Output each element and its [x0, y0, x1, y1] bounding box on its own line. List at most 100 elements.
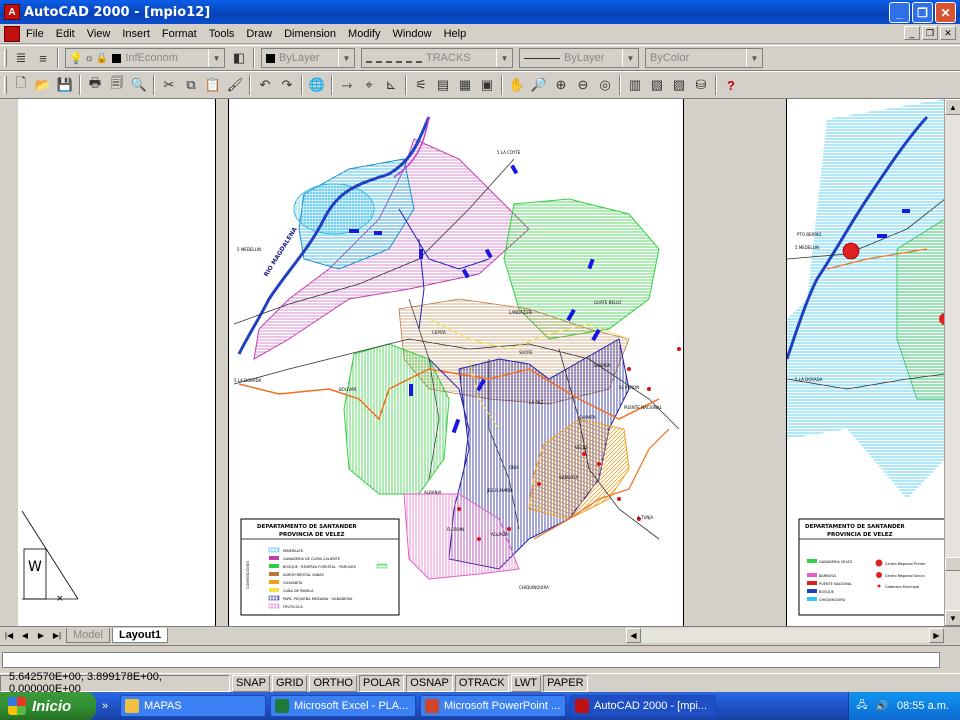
paste-icon[interactable]: 📋 — [202, 74, 224, 96]
find-icon[interactable]: 🔍 — [128, 74, 150, 96]
doc-restore-button[interactable]: ❐ — [922, 26, 938, 40]
match-properties-icon[interactable]: 🖌 — [224, 74, 246, 96]
drawing-area[interactable]: W × RIO MAGDALENA 5 LA COYTE 5 MEDELLIN … — [0, 99, 944, 626]
zoom-extents-icon[interactable]: ◎ — [594, 74, 616, 96]
tab-layout1[interactable]: Layout1 — [111, 628, 169, 643]
right-map-viewport[interactable]: PTO BERRIO 5 MEDELLIN 5 LA DORADA DEPART… — [786, 99, 944, 626]
close-button[interactable]: ✕ — [935, 2, 956, 23]
task-powerpoint[interactable]: Microsoft PowerPoint ... — [420, 695, 566, 717]
maximize-button[interactable]: ❐ — [912, 2, 933, 23]
print-preview-icon[interactable]: 🗐 — [106, 74, 128, 96]
start-button[interactable]: Inicio — [0, 692, 96, 720]
open-folder-icon[interactable]: 📂 — [32, 74, 54, 96]
menu-tools[interactable]: Tools — [203, 28, 241, 40]
scroll-down-icon[interactable]: ▼ — [945, 610, 960, 626]
command-input[interactable] — [2, 652, 940, 668]
layer-previous-icon[interactable]: ≡ — [32, 47, 54, 69]
pan-realtime-icon[interactable]: ✋ — [506, 74, 528, 96]
color-dropdown[interactable]: ByLayer ▼ — [261, 48, 355, 68]
redo-icon[interactable]: ↷ — [276, 74, 298, 96]
menu-file[interactable]: File — [20, 28, 50, 40]
globe-icon[interactable]: 🌐 — [306, 74, 328, 96]
scroll-up-icon[interactable]: ▲ — [945, 99, 960, 115]
make-object-layer-current-icon[interactable]: ◧ — [228, 47, 250, 69]
last-tab-icon[interactable]: ▶| — [50, 629, 64, 643]
vertical-scrollbar[interactable]: ▲ ▼ — [944, 99, 960, 626]
chevron-down-icon[interactable]: ▼ — [746, 49, 762, 67]
zoom-realtime-icon[interactable]: 🔎 — [528, 74, 550, 96]
tab-model[interactable]: Model — [66, 628, 110, 643]
undo-icon[interactable]: ↶ — [254, 74, 276, 96]
document-icon[interactable] — [4, 25, 20, 42]
chevron-down-icon[interactable]: ▼ — [622, 49, 638, 67]
clock[interactable]: 08:55 a.m. — [897, 700, 949, 712]
zoom-previous-icon[interactable]: ⊖ — [572, 74, 594, 96]
volume-icon[interactable]: 🔊 — [875, 699, 889, 713]
menu-window[interactable]: Window — [386, 28, 437, 40]
chevron-down-icon[interactable]: ▼ — [338, 49, 354, 67]
network-icon[interactable]: 🖧 — [855, 699, 869, 713]
snap-toggle[interactable]: SNAP — [232, 674, 270, 692]
chevron-down-icon[interactable]: ▼ — [496, 49, 512, 67]
task-mapas[interactable]: MAPAS — [120, 695, 266, 717]
doc-minimize-button[interactable]: _ — [904, 26, 920, 40]
paper-toggle[interactable]: PAPER — [543, 674, 588, 692]
tool-palette-icon[interactable]: ▥ — [624, 74, 646, 96]
menu-format[interactable]: Format — [156, 28, 203, 40]
prev-tab-icon[interactable]: ◀ — [18, 629, 32, 643]
horizontal-scrollbar[interactable]: ◀ ▶ — [626, 628, 944, 643]
ucs-icon[interactable]: ⊾ — [380, 74, 402, 96]
linetype-dropdown[interactable]: TRACKS ▼ — [361, 48, 513, 68]
osnap-toggle[interactable]: OSNAP — [406, 674, 453, 692]
ortho-toggle[interactable]: ORTHO — [309, 674, 357, 692]
cut-icon[interactable]: ✂ — [158, 74, 180, 96]
new-file-icon[interactable]: 🗋 — [10, 74, 32, 96]
layer-dropdown[interactable]: 💡 ☼ 🔒 InfEconom ▼ — [65, 48, 225, 68]
layer-manager-icon[interactable]: ≣ — [10, 47, 32, 69]
lwt-toggle[interactable]: LWT — [510, 674, 542, 692]
print-icon[interactable]: 🖶 — [84, 74, 106, 96]
next-tab-icon[interactable]: ▶ — [34, 629, 48, 643]
chevron-down-icon[interactable]: ▼ — [208, 49, 224, 67]
menu-modify[interactable]: Modify — [342, 28, 386, 40]
autocad-icon[interactable]: A — [4, 4, 20, 20]
save-icon[interactable]: 💾 — [54, 74, 76, 96]
menu-view[interactable]: View — [81, 28, 117, 40]
grid-toggle[interactable]: GRID — [271, 674, 308, 692]
hyperlink-icon[interactable]: ⤑ — [336, 74, 358, 96]
doc-close-button[interactable]: ✕ — [940, 26, 956, 40]
task-autocad[interactable]: AutoCAD 2000 - [mpi... — [570, 695, 716, 717]
copy-icon[interactable]: ⧉ — [180, 74, 202, 96]
markup-icon[interactable]: ▨ — [668, 74, 690, 96]
scroll-left-icon[interactable]: ◀ — [626, 628, 641, 643]
left-viewport[interactable]: W × — [18, 99, 216, 626]
database-icon[interactable]: ⛁ — [690, 74, 712, 96]
task-excel[interactable]: Microsoft Excel - PLA... — [270, 695, 416, 717]
menu-edit[interactable]: Edit — [50, 28, 81, 40]
coordinate-readout[interactable]: 5.642570E+00, 3.899178E+00, 0.000000E+00 — [0, 671, 230, 695]
main-map-viewport[interactable]: RIO MAGDALENA 5 LA COYTE 5 MEDELLIN 5 LA… — [228, 99, 684, 626]
sheet-set-icon[interactable]: ▧ — [646, 74, 668, 96]
quick-launch-icon[interactable]: » — [102, 700, 108, 712]
menu-dimension[interactable]: Dimension — [278, 28, 342, 40]
polar-toggle[interactable]: POLAR — [359, 674, 405, 692]
menu-insert[interactable]: Insert — [116, 28, 156, 40]
snap-from-icon[interactable]: ⌖ — [358, 74, 380, 96]
toolbar-grip[interactable] — [4, 76, 7, 94]
minimize-button[interactable]: _ — [889, 2, 910, 23]
block-icon[interactable]: ▣ — [476, 74, 498, 96]
menu-help[interactable]: Help — [438, 28, 473, 40]
first-tab-icon[interactable]: |◀ — [2, 629, 16, 643]
design-center-icon[interactable]: ▦ — [454, 74, 476, 96]
otrack-toggle[interactable]: OTRACK — [454, 674, 509, 692]
scroll-thumb[interactable] — [945, 557, 960, 571]
help-icon[interactable]: ? — [720, 74, 742, 96]
zoom-window-icon[interactable]: ⊕ — [550, 74, 572, 96]
menu-draw[interactable]: Draw — [240, 28, 278, 40]
lineweight-dropdown[interactable]: ByLayer ▼ — [519, 48, 639, 68]
ucs-manager-icon[interactable]: ⚟ — [410, 74, 432, 96]
properties-icon[interactable]: ▤ — [432, 74, 454, 96]
scroll-right-icon[interactable]: ▶ — [929, 628, 944, 643]
plotstyle-dropdown[interactable]: ByColor ▼ — [645, 48, 763, 68]
toolbar-grip[interactable] — [4, 49, 7, 67]
